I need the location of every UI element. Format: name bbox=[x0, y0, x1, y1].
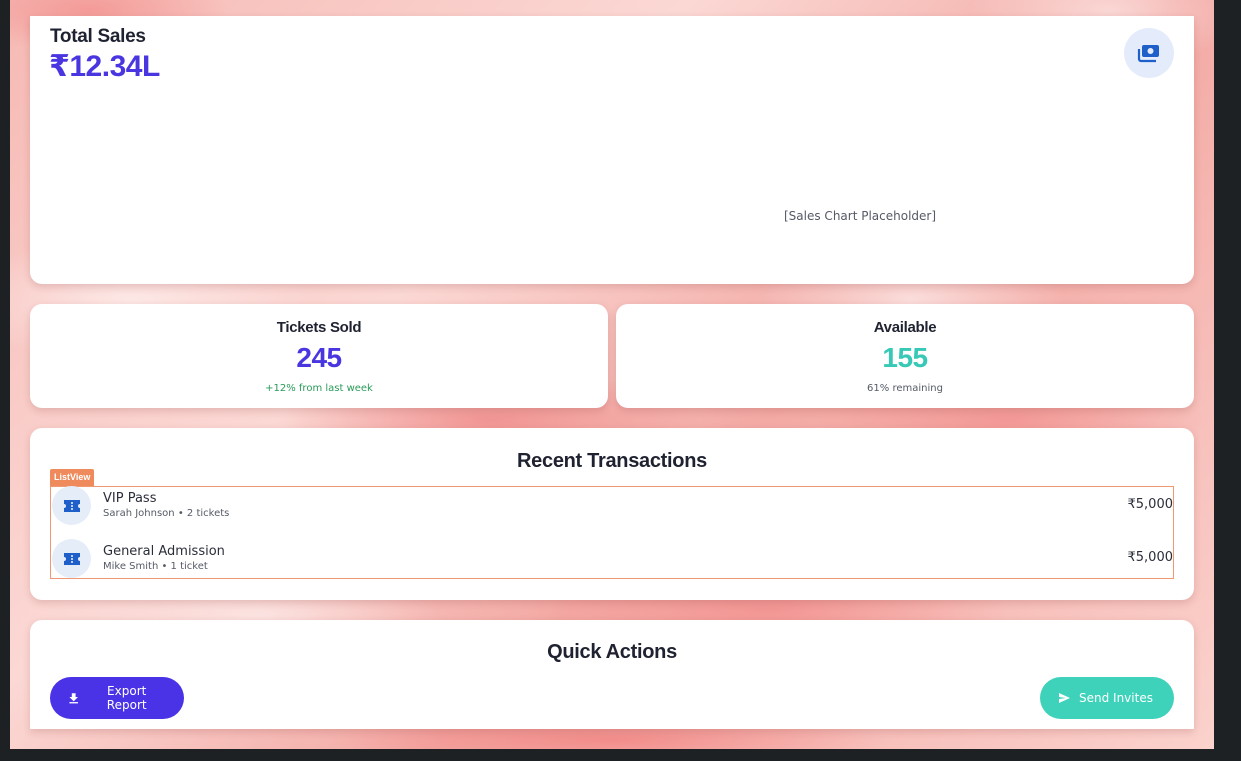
tickets-sold-card: Tickets Sold 245 +12% from last week bbox=[30, 304, 608, 408]
send-invites-label: Send Invites bbox=[1079, 691, 1153, 705]
export-report-button[interactable]: Export Report bbox=[50, 677, 184, 719]
list-item[interactable]: General Admission Mike Smith • 1 ticket … bbox=[51, 539, 1173, 585]
quick-actions-card: Quick Actions Export Report Send Invites bbox=[30, 620, 1194, 729]
total-sales-value: ₹12.34L bbox=[49, 50, 160, 83]
list-item[interactable]: VIP Pass Sarah Johnson • 2 tickets ₹5,00… bbox=[51, 486, 1173, 532]
sales-chart-placeholder: [Sales Chart Placeholder] bbox=[784, 209, 937, 223]
total-sales-card: Total Sales ₹12.34L [Sales Chart Placeho… bbox=[30, 16, 1194, 284]
ticket-icon bbox=[52, 486, 91, 525]
available-card: Available 155 61% remaining bbox=[616, 304, 1194, 408]
ticket-icon bbox=[52, 539, 91, 578]
transaction-amount: ₹5,000 bbox=[1127, 550, 1174, 565]
cash-icon bbox=[1124, 28, 1174, 78]
send-invites-button[interactable]: Send Invites bbox=[1040, 677, 1174, 719]
tickets-sold-change: +12% from last week bbox=[265, 383, 373, 394]
available-value: 155 bbox=[882, 342, 928, 373]
send-icon bbox=[1059, 693, 1070, 703]
transaction-meta: Sarah Johnson • 2 tickets bbox=[103, 508, 230, 519]
transaction-name: VIP Pass bbox=[103, 491, 157, 506]
tickets-sold-label: Tickets Sold bbox=[276, 319, 362, 336]
transactions-list: VIP Pass Sarah Johnson • 2 tickets ₹5,00… bbox=[50, 486, 1174, 579]
download-icon bbox=[69, 693, 78, 704]
quick-actions-title: Quick Actions bbox=[547, 641, 677, 663]
transaction-name: General Admission bbox=[103, 544, 225, 559]
listview-tag: ListView bbox=[50, 469, 95, 486]
transaction-meta: Mike Smith • 1 ticket bbox=[103, 561, 208, 572]
app-canvas: Total Sales ₹12.34L [Sales Chart Placeho… bbox=[10, 0, 1214, 749]
available-remaining: 61% remaining bbox=[867, 383, 943, 394]
recent-transactions-card: Recent Transactions ListView VIP Pass Sa… bbox=[30, 428, 1194, 600]
export-report-label: Export Report bbox=[106, 684, 147, 712]
tickets-sold-value: 245 bbox=[296, 342, 342, 373]
total-sales-title: Total Sales bbox=[50, 26, 146, 47]
transaction-amount: ₹5,000 bbox=[1127, 497, 1174, 512]
recent-transactions-title: Recent Transactions bbox=[517, 450, 707, 472]
available-label: Available bbox=[873, 319, 937, 336]
